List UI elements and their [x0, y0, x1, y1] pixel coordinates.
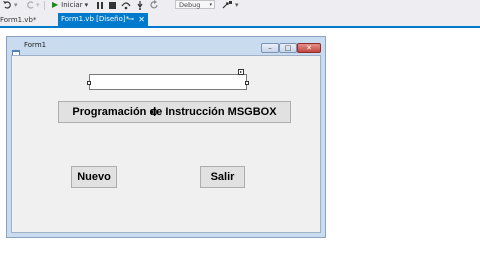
resize-handle-left[interactable] — [87, 81, 91, 85]
start-label: Iniciar — [61, 1, 83, 9]
text-input[interactable] — [89, 74, 247, 90]
undo-icon[interactable] — [2, 0, 12, 10]
dropdown-arrow-icon: ▾ — [209, 2, 212, 8]
salir-button[interactable]: Salir — [200, 166, 245, 188]
attach-icon[interactable] — [222, 0, 233, 10]
msgbox-button[interactable]: Programación de Instrucción MSGBOX — [58, 101, 291, 123]
close-icon: ✕ — [306, 44, 312, 52]
dropdown-arrow-icon[interactable]: ▾ — [36, 0, 40, 10]
tab-label: Form1.vb [Diseño]* — [61, 15, 130, 23]
form-title-bar[interactable]: Form1 – □ ✕ — [7, 37, 325, 57]
restart-icon[interactable] — [149, 0, 159, 10]
form-title: Form1 — [24, 41, 47, 49]
stop-icon[interactable] — [108, 0, 117, 10]
tab-label: Form1.vb* — [0, 16, 37, 24]
pause-icon[interactable] — [96, 0, 105, 10]
toolbar-separator — [44, 1, 45, 10]
start-button[interactable]: ▶ Iniciar ▾ — [52, 0, 88, 10]
debug-config-label: Debug — [179, 1, 201, 9]
solution-configuration-dropdown[interactable]: Debug ▾ — [175, 0, 215, 9]
nuevo-button[interactable]: Nuevo — [71, 166, 117, 188]
tab-form1-designer[interactable]: Form1.vb [Diseño]* ⊸ ✕ — [58, 13, 148, 26]
form-window[interactable]: Form1 – □ ✕ ▸ Programación de Instrucció… — [6, 36, 326, 238]
toolbar: ▾ ▾ ▶ Iniciar ▾ Debug ▾ ▾ — [0, 0, 480, 12]
close-icon[interactable]: ✕ — [138, 13, 145, 26]
pin-icon[interactable]: ⊸ — [128, 13, 134, 26]
form-icon — [12, 42, 20, 57]
dropdown-arrow-icon: ▾ — [84, 1, 89, 9]
form-client-area: ▸ Programación de Instrucción MSGBOX ✥ N… — [11, 55, 321, 233]
maximize-button[interactable]: □ — [279, 43, 297, 53]
play-icon: ▶ — [52, 0, 59, 9]
move-cursor-icon: ✥ — [150, 106, 160, 119]
close-button[interactable]: ✕ — [297, 43, 321, 53]
tab-form1-code[interactable]: Form1.vb* — [0, 14, 54, 26]
minimize-button[interactable]: – — [261, 43, 279, 53]
document-tabs: Form1.vb* Form1.vb [Diseño]* ⊸ ✕ — [0, 12, 480, 28]
resize-handle-right[interactable] — [245, 81, 249, 85]
smart-tag-icon[interactable]: ▸ — [238, 69, 244, 75]
minimize-icon: – — [268, 44, 272, 52]
dropdown-arrow-icon[interactable]: ▾ — [235, 0, 239, 10]
dropdown-arrow-icon[interactable]: ▾ — [14, 0, 18, 10]
step-over-icon[interactable] — [121, 0, 131, 10]
maximize-icon: □ — [284, 44, 292, 52]
step-into-icon[interactable] — [135, 0, 145, 10]
redo-icon[interactable] — [26, 0, 36, 10]
